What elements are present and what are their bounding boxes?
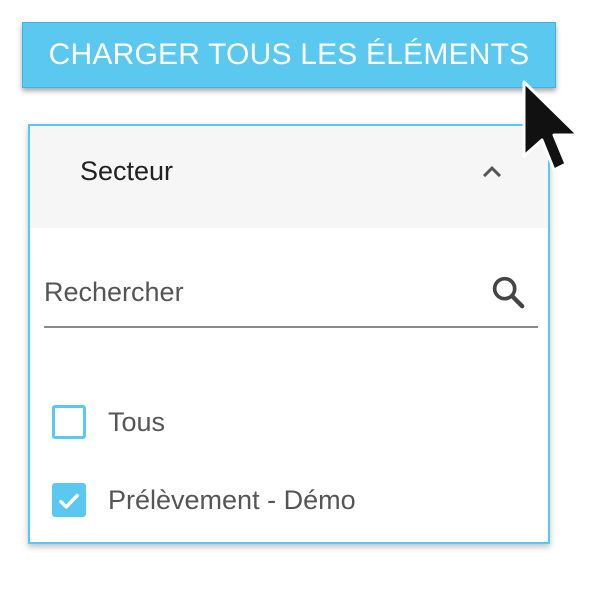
sector-filter-panel: Secteur Tous [28, 124, 550, 544]
check-icon [59, 493, 79, 509]
option-prelevement-demo[interactable]: Prélèvement - Démo [52, 480, 522, 520]
search-input[interactable] [44, 270, 474, 314]
option-tous[interactable]: Tous [52, 402, 522, 442]
load-all-button[interactable]: CHARGER TOUS LES ÉLÉMENTS [22, 22, 556, 88]
chevron-up-icon[interactable] [474, 154, 510, 190]
checkbox-tous[interactable] [52, 405, 86, 439]
stage: CHARGER TOUS LES ÉLÉMENTS Secteur Tous [0, 0, 608, 596]
sector-panel-header[interactable]: Secteur [30, 126, 548, 228]
checkbox-prelevement-demo[interactable] [52, 483, 86, 517]
sector-panel-title: Secteur [80, 156, 174, 186]
option-label: Prélèvement - Démo [108, 484, 356, 515]
option-label: Tous [108, 406, 166, 437]
search-field [44, 266, 538, 328]
mouse-pointer-icon [518, 78, 588, 178]
search-icon[interactable] [488, 272, 528, 312]
